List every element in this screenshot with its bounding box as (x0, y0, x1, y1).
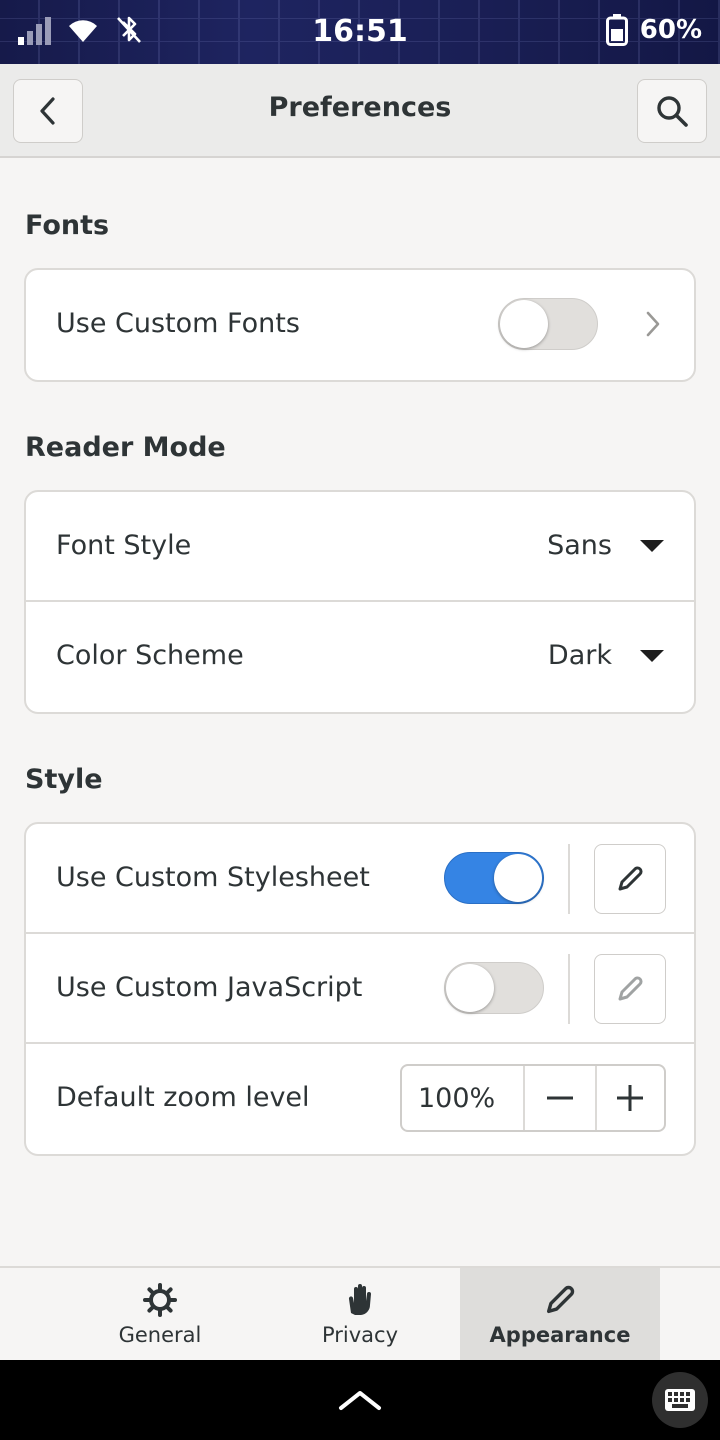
zoom-level-label: Default zoom level (56, 1082, 310, 1113)
keyboard-button[interactable] (652, 1372, 708, 1428)
zoom-in-button[interactable] (594, 1066, 664, 1130)
search-icon (657, 96, 688, 127)
use-custom-fonts-row[interactable]: Use Custom Fonts (26, 270, 694, 380)
separator (568, 954, 570, 1024)
reader-mode-section-title: Reader Mode (25, 432, 226, 463)
switch-knob (494, 854, 542, 902)
switch-knob (446, 964, 494, 1012)
custom-stylesheet-switch[interactable] (444, 852, 544, 904)
switch-knob (500, 300, 548, 348)
hand-icon (348, 1284, 371, 1315)
search-button[interactable] (637, 79, 707, 143)
reader-mode-card: Font Style Sans Color Scheme Dark (24, 490, 696, 714)
status-icons-right: 60% (605, 14, 702, 46)
custom-stylesheet-row: Use Custom Stylesheet (26, 824, 694, 934)
tab-appearance[interactable]: Appearance (460, 1268, 660, 1362)
dropdown-caret-icon (640, 539, 664, 552)
fonts-section-title: Fonts (25, 210, 110, 241)
tab-appearance-label: Appearance (489, 1323, 631, 1347)
pencil-icon (618, 866, 643, 891)
tab-general-label: General (118, 1323, 202, 1347)
style-card: Use Custom Stylesheet Use Custom JavaScr… (24, 822, 696, 1156)
keyboard-icon (665, 1389, 695, 1411)
tab-general[interactable]: General (60, 1268, 260, 1362)
custom-javascript-label: Use Custom JavaScript (56, 972, 363, 1003)
use-custom-fonts-label: Use Custom Fonts (56, 308, 300, 339)
zoom-out-button[interactable] (525, 1066, 594, 1130)
fonts-card: Use Custom Fonts (24, 268, 696, 382)
edit-stylesheet-button[interactable] (594, 844, 666, 914)
chevron-right-icon (646, 311, 660, 337)
tab-privacy-label: Privacy (321, 1323, 399, 1347)
tab-privacy[interactable]: Privacy (260, 1268, 460, 1362)
pencil-icon (546, 1285, 575, 1314)
zoom-level-spinner: 100% (400, 1064, 666, 1132)
page-title: Preferences (268, 92, 452, 123)
style-section-title: Style (25, 764, 103, 795)
edit-javascript-button[interactable] (594, 954, 666, 1024)
color-scheme-dropdown[interactable]: Dark (548, 640, 664, 671)
font-style-row[interactable]: Font Style Sans (26, 492, 694, 602)
color-scheme-value: Dark (547, 640, 612, 671)
font-style-dropdown[interactable]: Sans (547, 530, 664, 561)
gear-icon (143, 1283, 177, 1317)
use-custom-fonts-switch[interactable] (498, 298, 598, 350)
minus-icon (546, 1096, 573, 1100)
color-scheme-row[interactable]: Color Scheme Dark (26, 602, 694, 712)
custom-stylesheet-label: Use Custom Stylesheet (56, 862, 370, 893)
custom-javascript-switch[interactable] (444, 962, 544, 1014)
pencil-icon (618, 976, 643, 1001)
status-bar: 16:51 60% (0, 0, 720, 64)
system-nav-bar (0, 1360, 720, 1440)
battery-percent: 60% (639, 15, 702, 45)
header-bar: Preferences (0, 64, 720, 158)
chevron-up-icon[interactable] (338, 1388, 382, 1412)
plus-icon (617, 1085, 644, 1111)
custom-javascript-row: Use Custom JavaScript (26, 934, 694, 1044)
separator (568, 844, 570, 914)
battery-icon (605, 14, 628, 46)
bottom-tab-bar: General Privacy Appearance (0, 1266, 720, 1362)
font-style-value: Sans (547, 530, 612, 561)
zoom-level-row: Default zoom level 100% (26, 1044, 694, 1154)
dropdown-caret-icon (640, 649, 664, 662)
zoom-level-value[interactable]: 100% (402, 1066, 526, 1130)
color-scheme-label: Color Scheme (56, 640, 244, 671)
font-style-label: Font Style (56, 530, 192, 561)
